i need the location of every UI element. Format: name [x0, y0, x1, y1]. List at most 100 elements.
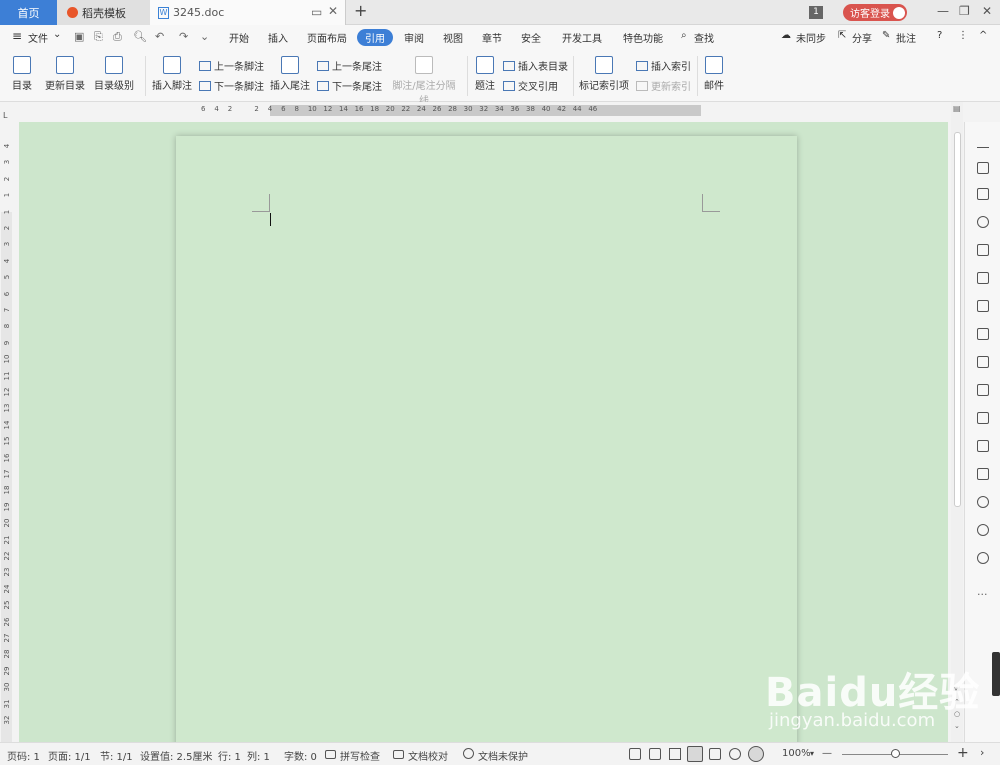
web-view-icon[interactable]: [729, 748, 741, 760]
menu-start[interactable]: 开始: [229, 30, 249, 45]
menu-page-layout[interactable]: 页面布局: [307, 30, 347, 45]
status-row[interactable]: 行: 1: [218, 748, 241, 763]
menu-security[interactable]: 安全: [521, 30, 541, 45]
chart-icon[interactable]: [977, 300, 989, 312]
visitor-login-button[interactable]: 访客登录: [843, 4, 907, 21]
share-icon[interactable]: ⇱: [838, 30, 846, 41]
menu-search[interactable]: 查找: [694, 30, 714, 45]
menu-insert[interactable]: 插入: [268, 30, 288, 45]
style-icon[interactable]: [977, 216, 989, 228]
archive-icon[interactable]: [977, 440, 989, 452]
vertical-ruler[interactable]: 4 3 2 1 1 2 3 4 5 6 7 8 9 10 11 12 13 14 15 16 17 18 19 20 21 22 2…: [0, 122, 13, 742]
status-page[interactable]: 页面: 1/1: [48, 748, 91, 763]
export-pdf-icon[interactable]: ⎘: [94, 30, 103, 44]
outline-view-icon[interactable]: [709, 748, 721, 760]
zoom-out-button[interactable]: —: [822, 748, 832, 759]
file-dropdown-icon[interactable]: ⌄: [53, 29, 61, 40]
more-tools-icon[interactable]: ···: [977, 588, 988, 601]
minimize-button[interactable]: —: [937, 4, 949, 18]
side-grip-handle[interactable]: [992, 652, 1000, 696]
page-view-icon[interactable]: [687, 746, 703, 762]
doc-proof-button[interactable]: 文档校对: [408, 748, 448, 763]
collapse-status-icon[interactable]: ›: [980, 746, 984, 759]
more-icon[interactable]: ⋮: [958, 30, 968, 41]
insert-table-of-figures-button[interactable]: 插入表目录: [503, 58, 568, 73]
window-count-badge[interactable]: 1: [809, 6, 823, 19]
write-mode-icon[interactable]: [669, 748, 681, 760]
pin-tab-icon[interactable]: ▭: [311, 5, 322, 19]
prev-endnote-button[interactable]: 上一条尾注: [317, 58, 382, 73]
status-page-code[interactable]: 页码: 1: [7, 748, 40, 763]
menu-file[interactable]: 文件: [28, 30, 48, 45]
history-icon[interactable]: [977, 524, 989, 536]
insert-footnote-button[interactable]: 插入脚注: [151, 56, 193, 92]
split-view-icon[interactable]: ▤: [953, 104, 961, 113]
comment-button[interactable]: 批注: [896, 30, 916, 45]
quick-access-dropdown-icon[interactable]: ⌄: [200, 30, 209, 43]
menu-developer-tools[interactable]: 开发工具: [562, 30, 602, 45]
status-section[interactable]: 节: 1/1: [100, 748, 133, 763]
vertical-scrollbar[interactable]: ▤ ▾ ⌃ ○ ⌄: [951, 102, 963, 742]
cloud-sync-icon[interactable]: ☁: [781, 30, 791, 41]
mark-index-entry-button[interactable]: 标记索引项: [579, 56, 629, 92]
collapse-ribbon-icon[interactable]: ^: [979, 30, 987, 41]
zoom-in-button[interactable]: +: [957, 745, 969, 761]
fullscreen-icon[interactable]: [629, 748, 641, 760]
restore-button[interactable]: ❐: [959, 4, 970, 18]
close-window-button[interactable]: ✕: [982, 4, 992, 18]
document-page[interactable]: [176, 136, 797, 742]
help-icon[interactable]: ?: [937, 30, 942, 41]
horizontal-ruler[interactable]: 6 4 2 2 4 6 8 10 12 14 16 18 20 22 24 26…: [19, 102, 948, 121]
settings-sliders-icon[interactable]: [977, 328, 989, 340]
menu-review[interactable]: 审阅: [404, 30, 424, 45]
caption-button[interactable]: 题注: [473, 56, 497, 92]
update-toc-button[interactable]: 更新目录: [44, 56, 86, 92]
menu-special-features[interactable]: 特色功能: [623, 30, 663, 45]
status-column[interactable]: 列: 1: [247, 748, 270, 763]
mail-button[interactable]: 邮件: [702, 56, 726, 92]
image-icon[interactable]: [977, 468, 989, 480]
update-index-button[interactable]: 更新索引: [636, 78, 691, 93]
translate-icon[interactable]: [977, 412, 989, 424]
comment-icon[interactable]: ✎: [882, 30, 890, 41]
zoom-level[interactable]: 100%: [782, 748, 811, 759]
status-setting[interactable]: 设置值: 2.5厘米: [140, 748, 212, 763]
hamburger-icon[interactable]: ≡: [12, 29, 22, 43]
toc-button[interactable]: 目录: [8, 56, 36, 92]
prev-footnote-button[interactable]: 上一条脚注: [199, 58, 264, 73]
document-canvas[interactable]: [19, 122, 948, 742]
unsynced-status[interactable]: 未同步: [796, 30, 826, 45]
next-footnote-button[interactable]: 下一条脚注: [199, 78, 264, 93]
note-separator-button[interactable]: 脚注/尾注分隔线: [388, 56, 460, 107]
undo-icon[interactable]: ↶: [155, 30, 164, 43]
zoom-slider-knob[interactable]: [891, 749, 900, 758]
pen-icon[interactable]: [977, 136, 989, 148]
close-tab-icon[interactable]: ✕: [328, 4, 338, 18]
search-icon[interactable]: ⌕: [681, 30, 687, 41]
status-word-count[interactable]: 字数: 0: [284, 748, 317, 763]
new-tab-button[interactable]: +: [354, 1, 367, 20]
doc-protection-status[interactable]: 文档未保护: [478, 748, 528, 763]
insert-endnote-button[interactable]: 插入尾注: [269, 56, 311, 92]
help-circle-icon[interactable]: [977, 552, 989, 564]
menu-chapter[interactable]: 章节: [482, 30, 502, 45]
menu-view[interactable]: 视图: [443, 30, 463, 45]
menu-references[interactable]: 引用: [357, 29, 393, 46]
print-preview-icon[interactable]: 🔍︎: [133, 30, 147, 43]
table-icon[interactable]: [977, 244, 989, 256]
shield-icon[interactable]: [977, 496, 989, 508]
find-replace-icon[interactable]: [977, 356, 989, 368]
toc-level-button[interactable]: 目录级别: [90, 56, 138, 92]
eye-protection-icon[interactable]: [748, 746, 764, 762]
tab-document[interactable]: W 3245.doc ▭ ✕: [150, 0, 346, 25]
zoom-dropdown-icon[interactable]: ▾: [810, 749, 814, 758]
cursor-icon[interactable]: [977, 162, 989, 174]
spellcheck-button[interactable]: 拼写检查: [340, 748, 380, 763]
apps-grid-icon[interactable]: [977, 272, 989, 284]
share-button[interactable]: 分享: [852, 30, 872, 45]
redo-icon[interactable]: ↷: [179, 30, 188, 43]
next-endnote-button[interactable]: 下一条尾注: [317, 78, 382, 93]
print-icon[interactable]: ⎙: [113, 30, 122, 44]
insert-index-button[interactable]: 插入索引: [636, 58, 691, 73]
cross-reference-button[interactable]: 交叉引用: [503, 78, 558, 93]
